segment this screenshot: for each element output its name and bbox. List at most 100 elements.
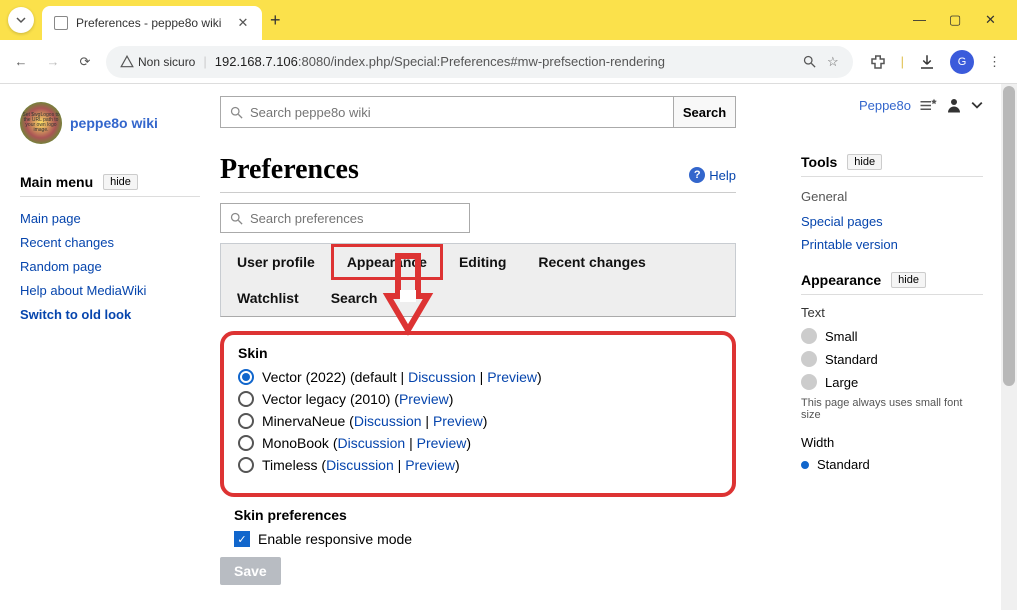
- extensions-icon[interactable]: [869, 53, 887, 71]
- wiki-search-box[interactable]: [220, 96, 674, 128]
- skin-prefs-heading: Skin preferences: [234, 507, 722, 523]
- preview-link[interactable]: Preview: [405, 457, 455, 473]
- scrollbar-thumb[interactable]: [1003, 86, 1015, 386]
- discussion-link[interactable]: Discussion: [354, 413, 422, 429]
- divider: |: [901, 54, 904, 69]
- radio-timeless[interactable]: [238, 457, 254, 473]
- special-pages-link[interactable]: Special pages: [801, 214, 983, 229]
- pref-search-input[interactable]: [250, 211, 461, 226]
- scrollbar[interactable]: [1001, 84, 1017, 610]
- downloads-icon[interactable]: [918, 53, 936, 71]
- save-button[interactable]: Save: [220, 557, 281, 585]
- skin-option-minerva: MinervaNeue (Discussion | Preview): [238, 413, 718, 429]
- chevron-down-icon[interactable]: [971, 99, 983, 111]
- page-title: Preferences: [220, 154, 359, 186]
- tab-list-button[interactable]: [8, 7, 34, 33]
- main-menu-hide[interactable]: hide: [103, 174, 138, 190]
- size-standard-label: Standard: [825, 352, 878, 367]
- radio-vectorlegacy[interactable]: [238, 391, 254, 407]
- warning-icon: [120, 55, 134, 69]
- radio-minerva[interactable]: [238, 413, 254, 429]
- radio-monobook[interactable]: [238, 435, 254, 451]
- width-standard-radio[interactable]: [801, 461, 809, 469]
- preview-link[interactable]: Preview: [433, 413, 483, 429]
- logo-row[interactable]: Set $wgLogos to the URL path to your own…: [20, 102, 200, 144]
- preview-link[interactable]: Preview: [399, 391, 449, 407]
- forward-button[interactable]: →: [42, 54, 64, 69]
- browser-toolbar: ← → ⟳ Non sicuro | 192.168.7.106:8080/in…: [0, 40, 1017, 84]
- skin-option-vector2022: Vector (2022) (default | Discussion | Pr…: [238, 369, 718, 385]
- responsive-label: Enable responsive mode: [258, 531, 412, 547]
- appearance-hide[interactable]: hide: [891, 272, 926, 288]
- tab-appearance[interactable]: Appearance: [331, 244, 443, 280]
- chevron-down-icon: [16, 15, 26, 25]
- text-label: Text: [801, 305, 983, 320]
- watchlist-icon[interactable]: [919, 97, 937, 114]
- tab-search[interactable]: Search: [315, 280, 394, 316]
- menu-icon[interactable]: ⋮: [988, 54, 1001, 70]
- close-window-button[interactable]: ✕: [985, 12, 999, 28]
- tab-watchlist[interactable]: Watchlist: [221, 280, 315, 316]
- width-standard-label: Standard: [817, 457, 870, 472]
- mm-help[interactable]: Help about MediaWiki: [20, 283, 200, 298]
- width-label: Width: [801, 435, 983, 450]
- size-standard-radio[interactable]: [801, 351, 817, 367]
- preview-link[interactable]: Preview: [487, 369, 537, 385]
- favicon: [54, 16, 68, 30]
- security-badge[interactable]: Non sicuro: [120, 55, 195, 69]
- wiki-search-button[interactable]: Search: [674, 96, 736, 128]
- left-sidebar: Set $wgLogos to the URL path to your own…: [0, 84, 220, 610]
- skin-preferences: Skin preferences ✓ Enable responsive mod…: [220, 507, 736, 547]
- search-icon: [229, 105, 244, 120]
- skin-heading: Skin: [238, 345, 718, 361]
- checkbox-responsive[interactable]: ✓: [234, 531, 250, 547]
- security-label: Non sicuro: [138, 55, 195, 69]
- main-content: Search Preferences ? Help User profile A…: [220, 84, 760, 610]
- size-large-radio[interactable]: [801, 374, 817, 390]
- person-icon[interactable]: [945, 96, 963, 114]
- discussion-link[interactable]: Discussion: [338, 435, 406, 451]
- mm-random-page[interactable]: Random page: [20, 259, 200, 274]
- size-small-radio[interactable]: [801, 328, 817, 344]
- discussion-link[interactable]: Discussion: [408, 369, 476, 385]
- size-note: This page always uses small font size: [801, 397, 983, 421]
- right-sidebar: Peppe8o Tools hide General Special pages…: [801, 84, 1001, 610]
- window-controls: — ▢ ✕: [913, 12, 1009, 28]
- search-icon[interactable]: [802, 54, 817, 69]
- mm-recent-changes[interactable]: Recent changes: [20, 235, 200, 250]
- star-icon[interactable]: ☆: [827, 54, 839, 70]
- tools-title: Tools: [801, 154, 837, 170]
- main-menu-title: Main menu: [20, 174, 93, 190]
- printable-version-link[interactable]: Printable version: [801, 237, 983, 252]
- tools-general-label: General: [801, 189, 983, 204]
- tab-recent-changes[interactable]: Recent changes: [522, 244, 661, 280]
- back-button[interactable]: ←: [10, 54, 32, 69]
- tools-hide[interactable]: hide: [847, 154, 882, 170]
- skin-option-vectorlegacy: Vector legacy (2010) (Preview): [238, 391, 718, 407]
- size-large-label: Large: [825, 375, 858, 390]
- mm-switch-look[interactable]: Switch to old look: [20, 307, 200, 322]
- maximize-button[interactable]: ▢: [949, 12, 963, 28]
- skin-section-highlight: Skin Vector (2022) (default | Discussion…: [220, 331, 736, 497]
- help-link[interactable]: ? Help: [689, 167, 736, 183]
- close-icon[interactable]: ✕: [236, 15, 250, 31]
- new-tab-button[interactable]: +: [270, 10, 281, 31]
- profile-badge[interactable]: G: [950, 50, 974, 74]
- radio-vector2022[interactable]: [238, 369, 254, 385]
- browser-tab[interactable]: Preferences - peppe8o wiki ✕: [42, 6, 262, 40]
- user-link[interactable]: Peppe8o: [859, 98, 911, 113]
- wiki-search-input[interactable]: [250, 105, 665, 120]
- minimize-button[interactable]: —: [913, 12, 927, 28]
- help-icon: ?: [689, 167, 705, 183]
- address-bar[interactable]: Non sicuro | 192.168.7.106:8080/index.ph…: [106, 46, 853, 78]
- pref-search-box[interactable]: [220, 203, 470, 233]
- wiki-name: peppe8o wiki: [70, 115, 158, 131]
- reload-button[interactable]: ⟳: [74, 54, 96, 70]
- tab-user-profile[interactable]: User profile: [221, 244, 331, 280]
- discussion-link[interactable]: Discussion: [326, 457, 394, 473]
- tab-editing[interactable]: Editing: [443, 244, 522, 280]
- preview-link[interactable]: Preview: [417, 435, 467, 451]
- size-small-label: Small: [825, 329, 858, 344]
- skin-option-monobook: MonoBook (Discussion | Preview): [238, 435, 718, 451]
- mm-main-page[interactable]: Main page: [20, 211, 200, 226]
